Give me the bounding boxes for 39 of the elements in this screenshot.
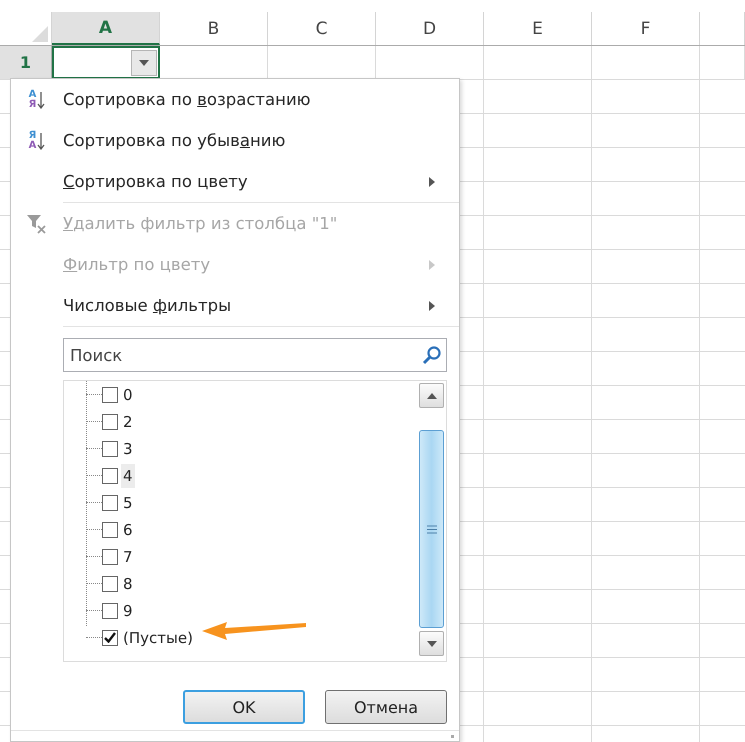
caret-icon: [426, 640, 436, 646]
checkbox[interactable]: [102, 576, 118, 592]
checkbox[interactable]: [102, 386, 118, 402]
scroll-up-button[interactable]: [419, 383, 444, 408]
dialog-button[interactable]: OK: [183, 690, 305, 724]
value-label[interactable]: 5: [121, 490, 135, 514]
filter-dropdown-button[interactable]: [131, 50, 157, 76]
caret-icon: [139, 60, 149, 66]
row-header[interactable]: 1: [0, 46, 52, 79]
scroll-down-button[interactable]: [419, 631, 444, 656]
value-label[interactable]: 6: [121, 518, 135, 542]
value-label[interactable]: 7: [121, 544, 135, 568]
menu-item[interactable]: Сортировка по цвету: [63, 172, 429, 191]
value-label[interactable]: 0: [121, 382, 135, 406]
value-label[interactable]: 3: [121, 436, 135, 460]
value-label[interactable]: 4: [121, 464, 135, 488]
value-label[interactable]: 8: [121, 572, 135, 596]
clear-filter-icon: [26, 214, 48, 234]
menu-item[interactable]: Числовые фильтры: [63, 296, 429, 315]
checkbox[interactable]: [102, 440, 118, 456]
checkbox[interactable]: [102, 522, 118, 538]
value-label[interactable]: (Пустые): [121, 626, 195, 650]
value-label[interactable]: 2: [121, 410, 135, 434]
checkbox[interactable]: [102, 548, 118, 564]
checkbox[interactable]: [102, 494, 118, 510]
checkbox[interactable]: [102, 602, 118, 618]
menu-item[interactable]: Сортировка по возрастанию: [63, 90, 429, 109]
menu-item[interactable]: Сортировка по убыванию: [63, 131, 429, 150]
resize-grip-icon[interactable]: [451, 735, 455, 739]
search-field[interactable]: Поиск: [63, 338, 447, 372]
value-label[interactable]: 9: [121, 598, 135, 622]
scroll-thumb[interactable]: [419, 430, 444, 628]
checkbox[interactable]: [102, 468, 118, 484]
column-header[interactable]: A: [52, 12, 160, 45]
checkbox[interactable]: [102, 414, 118, 430]
caret-icon: [426, 392, 436, 398]
search-icon[interactable]: [422, 345, 442, 365]
checkbox[interactable]: [102, 630, 118, 646]
dialog-button[interactable]: Отмена: [325, 690, 447, 724]
